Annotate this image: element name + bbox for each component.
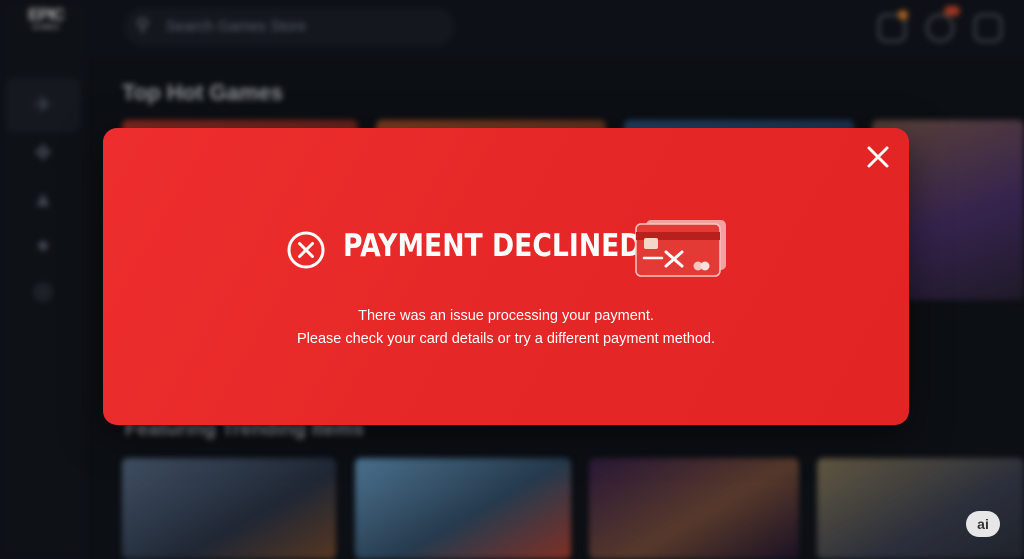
modal-title: PAYMENT DECLINED xyxy=(343,228,642,264)
close-icon xyxy=(867,146,889,168)
error-message-line-2: Please check your card details or try a … xyxy=(296,331,716,347)
close-button[interactable] xyxy=(863,142,893,172)
payment-declined-modal: PAYMENT DECLINED There was an issue proc… xyxy=(103,128,909,425)
declined-card-icon xyxy=(635,220,726,277)
error-message-line-1: There was an issue processing your payme… xyxy=(358,308,654,324)
modal-header: PAYMENT DECLINED xyxy=(286,216,726,277)
x-circle-icon xyxy=(287,231,325,269)
ai-badge: ai xyxy=(966,511,1000,537)
